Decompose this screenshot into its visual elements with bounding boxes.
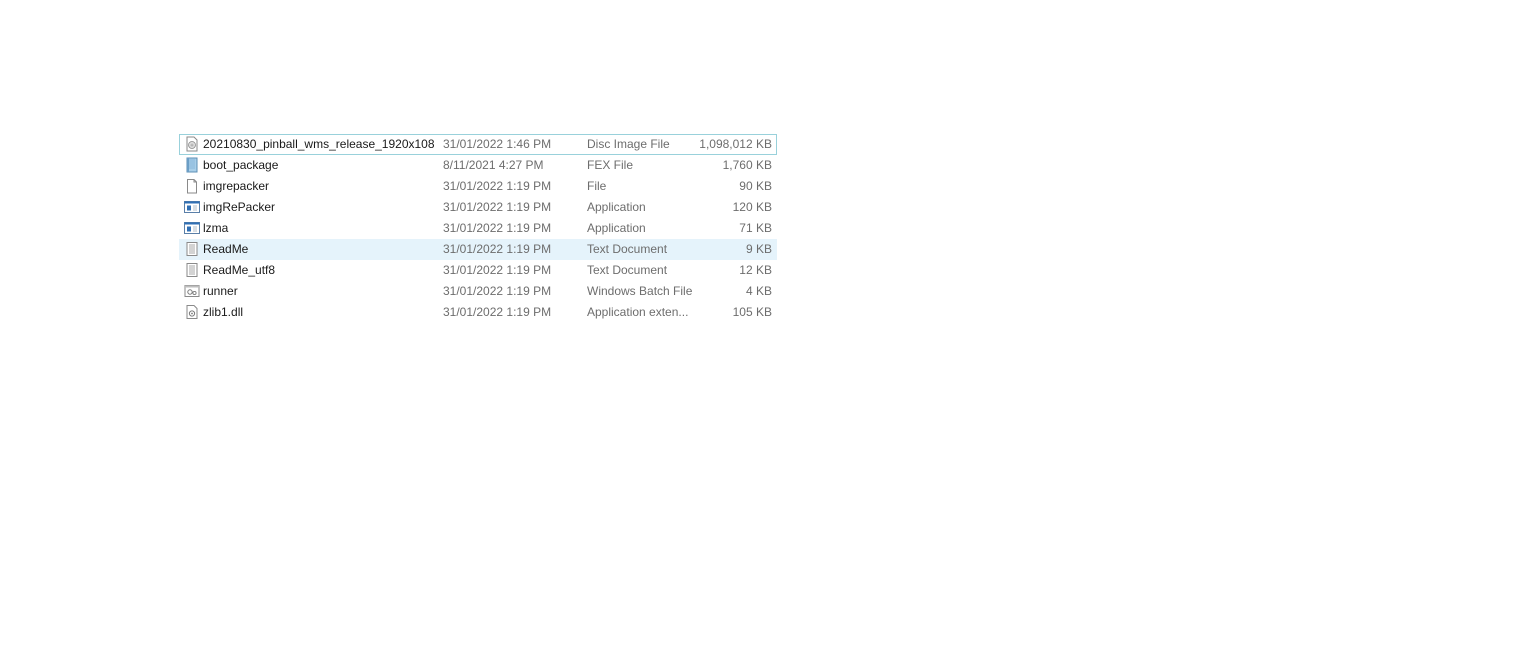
file-row[interactable]: zlib1.dll 31/01/2022 1:19 PM Application… [179, 302, 777, 323]
file-type: Windows Batch File [587, 284, 693, 298]
file-name: runner [203, 284, 238, 298]
file-row[interactable]: imgrepacker 31/01/2022 1:19 PM File 90 K… [179, 176, 777, 197]
file-row[interactable]: imgRePacker 31/01/2022 1:19 PM Applicati… [179, 197, 777, 218]
file-size: 9 KB [745, 242, 772, 256]
file-date-modified: 31/01/2022 1:19 PM [443, 221, 552, 235]
dll-file-icon [184, 303, 200, 322]
file-name: ReadMe [203, 242, 249, 256]
file-date-modified: 31/01/2022 1:19 PM [443, 179, 552, 193]
file-type: File [587, 179, 607, 193]
file-row[interactable]: lzma 31/01/2022 1:19 PM Application 71 K… [179, 218, 777, 239]
file-name: zlib1.dll [203, 305, 244, 319]
file-date-modified: 31/01/2022 1:46 PM [443, 137, 552, 151]
file-size: 71 KB [739, 221, 772, 235]
batch-file-icon [184, 282, 200, 301]
file-size: 1,098,012 KB [699, 137, 772, 151]
disc-image-icon [184, 135, 200, 154]
file-type: Disc Image File [587, 137, 670, 151]
file-size: 105 KB [732, 305, 772, 319]
file-type: Text Document [587, 263, 668, 277]
fex-file-icon [184, 156, 200, 175]
text-document-icon [184, 261, 200, 280]
file-date-modified: 31/01/2022 1:19 PM [443, 200, 552, 214]
file-type: Application [587, 221, 646, 235]
file-name: imgRePacker [203, 200, 276, 214]
file-name: ReadMe_utf8 [203, 263, 276, 277]
text-document-icon [184, 240, 200, 259]
file-name: imgrepacker [203, 179, 270, 193]
file-row[interactable]: runner 31/01/2022 1:19 PM Windows Batch … [179, 281, 777, 302]
file-row[interactable]: 20210830_pinball_wms_release_1920x108...… [179, 134, 777, 155]
file-date-modified: 31/01/2022 1:19 PM [443, 284, 552, 298]
file-date-modified: 31/01/2022 1:19 PM [443, 305, 552, 319]
application-icon [184, 219, 200, 238]
file-date-modified: 31/01/2022 1:19 PM [443, 263, 552, 277]
file-size: 120 KB [732, 200, 772, 214]
file-name: lzma [203, 221, 229, 235]
file-row[interactable]: ReadMe 31/01/2022 1:19 PM Text Document … [179, 239, 777, 260]
file-type: Text Document [587, 242, 668, 256]
file-type: Application [587, 200, 646, 214]
file-type: Application exten... [587, 305, 689, 319]
file-date-modified: 31/01/2022 1:19 PM [443, 242, 552, 256]
file-name: boot_package [203, 158, 279, 172]
file-type: FEX File [587, 158, 634, 172]
file-size: 12 KB [739, 263, 772, 277]
file-list: 20210830_pinball_wms_release_1920x108...… [179, 134, 777, 323]
blank-file-icon [184, 177, 200, 196]
file-size: 4 KB [745, 284, 772, 298]
file-row[interactable]: boot_package 8/11/2021 4:27 PM FEX File … [179, 155, 777, 176]
file-size: 1,760 KB [722, 158, 772, 172]
file-size: 90 KB [739, 179, 772, 193]
file-name: 20210830_pinball_wms_release_1920x108... [203, 137, 435, 151]
file-row[interactable]: ReadMe_utf8 31/01/2022 1:19 PM Text Docu… [179, 260, 777, 281]
application-icon [184, 198, 200, 217]
file-date-modified: 8/11/2021 4:27 PM [443, 158, 544, 172]
